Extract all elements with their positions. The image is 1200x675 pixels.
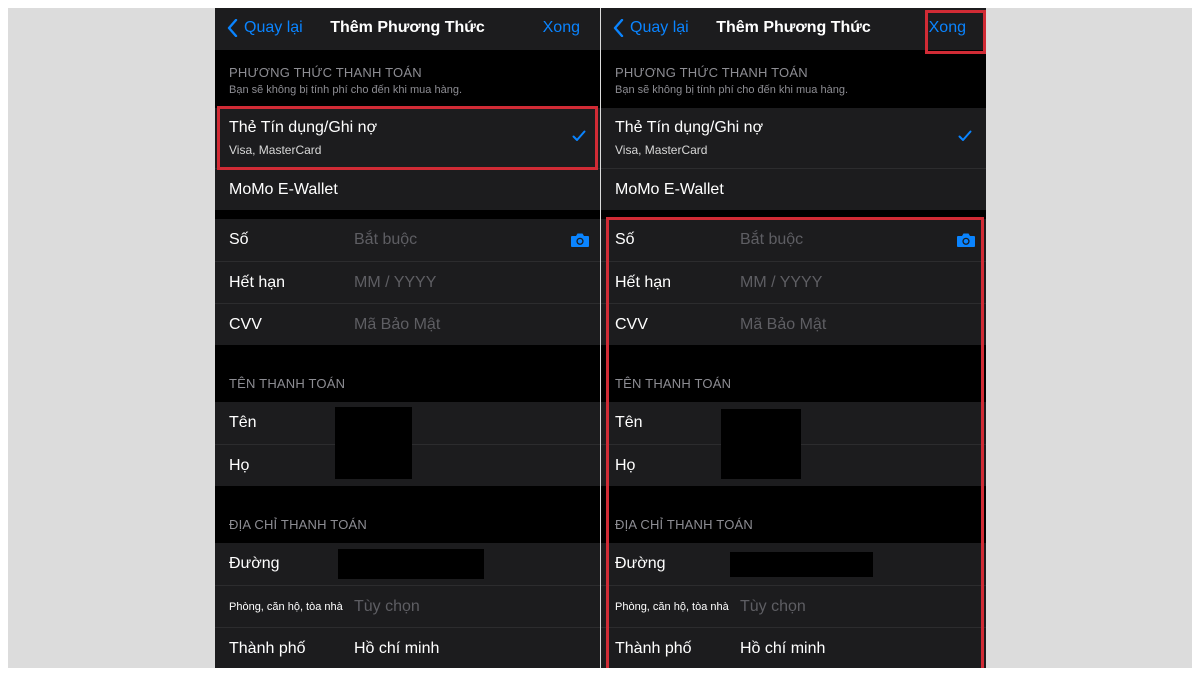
screenshot-frame: Quay lại Thêm Phương Thức Xong PHƯƠNG TH… xyxy=(8,8,1192,668)
apartment-label: Phòng, căn hộ, tòa nhà xyxy=(615,601,729,613)
city-label: Thành phố xyxy=(615,640,692,657)
method-momo-row[interactable]: MoMo E-Wallet xyxy=(601,168,986,210)
city-input[interactable]: Hồ chí minh xyxy=(740,640,825,658)
navigation-bar: Quay lại Thêm Phương Thức Xong xyxy=(601,8,986,50)
redacted-street-block xyxy=(730,552,873,577)
street-row[interactable]: Đường xyxy=(215,543,600,585)
payment-method-group: Thẻ Tín dụng/Ghi nợ Visa, MasterCard MoM… xyxy=(601,108,986,210)
card-number-label: Số xyxy=(615,231,635,248)
last-name-label: Họ xyxy=(615,457,636,474)
first-name-label: Tên xyxy=(229,414,257,431)
apartment-input[interactable]: Tùy chọn xyxy=(740,598,806,616)
card-number-row[interactable]: Số Bắt buộc xyxy=(601,219,986,261)
cvv-label: CVV xyxy=(229,316,262,333)
momo-method-title: MoMo E-Wallet xyxy=(229,181,338,198)
street-label: Đường xyxy=(229,555,280,572)
card-method-subtitle: Visa, MasterCard xyxy=(229,143,322,157)
card-method-title: Thẻ Tín dụng/Ghi nợ xyxy=(229,119,378,136)
cvv-input[interactable]: Mã Bảo Mật xyxy=(354,316,440,334)
payment-method-header: PHƯƠNG THỨC THANH TOÁN xyxy=(229,65,422,80)
billing-name-group: Tên Họ xyxy=(601,402,986,486)
billing-address-group: Đường Phòng, căn hộ, tòa nhà Tùy chọn Th… xyxy=(601,543,986,668)
city-label: Thành phố xyxy=(229,640,306,657)
billing-name-header: TÊN THANH TOÁN xyxy=(229,376,346,391)
apartment-row[interactable]: Phòng, căn hộ, tòa nhà Tùy chọn xyxy=(601,585,986,627)
checkmark-icon xyxy=(572,130,586,141)
momo-method-title: MoMo E-Wallet xyxy=(615,181,724,198)
redacted-name-block xyxy=(335,407,412,479)
apartment-label: Phòng, căn hộ, tòa nhà xyxy=(229,601,343,613)
expiry-input[interactable]: MM / YYYY xyxy=(354,274,436,292)
card-number-input[interactable]: Bắt buộc xyxy=(740,231,803,249)
billing-address-group: Đường Phòng, căn hộ, tòa nhà Tùy chọn Th… xyxy=(215,543,600,668)
payment-method-header: PHƯƠNG THỨC THANH TOÁN xyxy=(615,65,808,80)
expiry-row[interactable]: Hết hạn MM / YYYY xyxy=(215,261,600,303)
billing-address-header: ĐỊA CHỈ THANH TOÁN xyxy=(615,517,753,532)
done-button[interactable]: Xong xyxy=(543,19,580,37)
phone-screen-left: Quay lại Thêm Phương Thức Xong PHƯƠNG TH… xyxy=(215,8,600,668)
apartment-input[interactable]: Tùy chọn xyxy=(354,598,420,616)
card-method-title: Thẻ Tín dụng/Ghi nợ xyxy=(615,119,764,136)
city-row[interactable]: Thành phố Hồ chí minh xyxy=(601,627,986,668)
cvv-row[interactable]: CVV Mã Bảo Mật xyxy=(601,303,986,345)
phone-screen-right: Quay lại Thêm Phương Thức Xong PHƯƠNG TH… xyxy=(601,8,986,668)
card-method-subtitle: Visa, MasterCard xyxy=(615,143,708,157)
first-name-label: Tên xyxy=(615,414,643,431)
card-number-label: Số xyxy=(229,231,249,248)
camera-icon[interactable] xyxy=(570,232,590,248)
expiry-row[interactable]: Hết hạn MM / YYYY xyxy=(601,261,986,303)
redacted-street-block xyxy=(338,549,484,579)
done-button[interactable]: Xong xyxy=(929,19,966,37)
payment-method-subtitle: Bạn sẽ không bị tính phí cho đến khi mua… xyxy=(229,84,462,96)
checkmark-icon xyxy=(958,130,972,141)
expiry-label: Hết hạn xyxy=(615,274,672,291)
apartment-row[interactable]: Phòng, căn hộ, tòa nhà Tùy chọn xyxy=(215,585,600,627)
card-fields-group: Số Bắt buộc Hết hạn MM / YYYY CVV Mã Bảo… xyxy=(215,219,600,345)
street-row[interactable]: Đường xyxy=(601,543,986,585)
card-number-input[interactable]: Bắt buộc xyxy=(354,231,417,249)
billing-name-header: TÊN THANH TOÁN xyxy=(615,376,732,391)
billing-name-group: Tên Họ xyxy=(215,402,600,486)
redacted-name-block xyxy=(721,409,801,479)
city-row[interactable]: Thành phố Hồ chí minh xyxy=(215,627,600,668)
last-name-label: Họ xyxy=(229,457,250,474)
camera-icon[interactable] xyxy=(956,232,976,248)
city-input[interactable]: Hồ chí minh xyxy=(354,640,439,658)
expiry-label: Hết hạn xyxy=(229,274,286,291)
expiry-input[interactable]: MM / YYYY xyxy=(740,274,822,292)
method-card-row[interactable]: Thẻ Tín dụng/Ghi nợ Visa, MasterCard xyxy=(601,108,986,168)
navigation-bar: Quay lại Thêm Phương Thức Xong xyxy=(215,8,600,50)
cvv-row[interactable]: CVV Mã Bảo Mật xyxy=(215,303,600,345)
payment-method-group: Thẻ Tín dụng/Ghi nợ Visa, MasterCard MoM… xyxy=(215,108,600,210)
card-fields-group: Số Bắt buộc Hết hạn MM / YYYY CVV Mã Bảo… xyxy=(601,219,986,345)
card-number-row[interactable]: Số Bắt buộc xyxy=(215,219,600,261)
method-card-row[interactable]: Thẻ Tín dụng/Ghi nợ Visa, MasterCard xyxy=(215,108,600,168)
street-label: Đường xyxy=(615,555,666,572)
billing-address-header: ĐỊA CHỈ THANH TOÁN xyxy=(229,517,367,532)
payment-method-subtitle: Bạn sẽ không bị tính phí cho đến khi mua… xyxy=(615,84,848,96)
method-momo-row[interactable]: MoMo E-Wallet xyxy=(215,168,600,210)
cvv-label: CVV xyxy=(615,316,648,333)
cvv-input[interactable]: Mã Bảo Mật xyxy=(740,316,826,334)
